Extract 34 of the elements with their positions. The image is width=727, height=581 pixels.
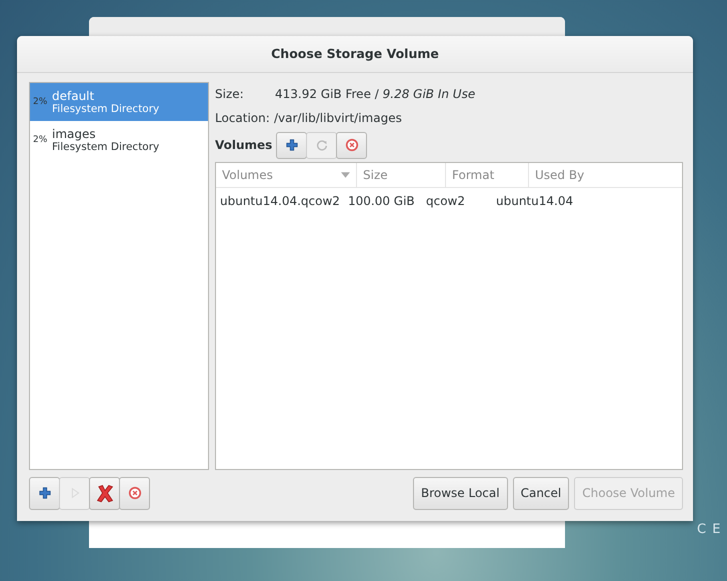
column-header[interactable]: Used By <box>529 163 661 187</box>
table-cell-text: 100.00 GiB <box>347 194 416 208</box>
column-header[interactable]: Format <box>446 163 529 187</box>
dialog-title: Choose Storage Volume <box>17 36 693 73</box>
plus-icon <box>284 138 299 152</box>
pool-type: Filesystem Directory <box>52 103 160 115</box>
column-header[interactable]: Volumes <box>216 163 357 187</box>
cross-icon <box>94 483 114 503</box>
refresh-icon <box>314 138 329 152</box>
usage-text: 2% <box>33 135 48 145</box>
pool-type: Filesystem Directory <box>52 141 160 153</box>
location-label: Location: <box>215 111 271 125</box>
location-value: /var/lib/libvirt/images <box>274 111 402 125</box>
table-cell-text: ubuntu14.04.qcow2 <box>219 194 341 208</box>
stop-button[interactable] <box>89 476 120 510</box>
add-pool-button[interactable] <box>29 476 60 510</box>
plus-icon <box>38 486 52 500</box>
pool-name: images <box>52 127 97 141</box>
volumes-label: Volumes <box>215 138 272 152</box>
column-header[interactable]: Size <box>357 163 446 187</box>
table-cell-text: qcow2 <box>425 194 466 208</box>
pool-name: default <box>52 89 96 103</box>
delete-button[interactable] <box>336 132 368 158</box>
dialog-button[interactable]: Browse Local <box>412 476 508 510</box>
delete-pool-button[interactable] <box>119 476 150 510</box>
dialog-button[interactable]: Cancel <box>512 476 570 510</box>
desktop-text: C E <box>697 522 722 537</box>
usage-text: 2% <box>33 97 48 107</box>
delete-icon <box>344 138 359 152</box>
size-label: Size: <box>215 87 245 101</box>
add-button[interactable] <box>276 132 308 158</box>
table-cell-text: ubuntu14.04 <box>495 194 574 208</box>
size-value: 413.92 GiB Free / 9.28 GiB In Use <box>275 87 476 101</box>
delete-icon <box>128 486 142 500</box>
